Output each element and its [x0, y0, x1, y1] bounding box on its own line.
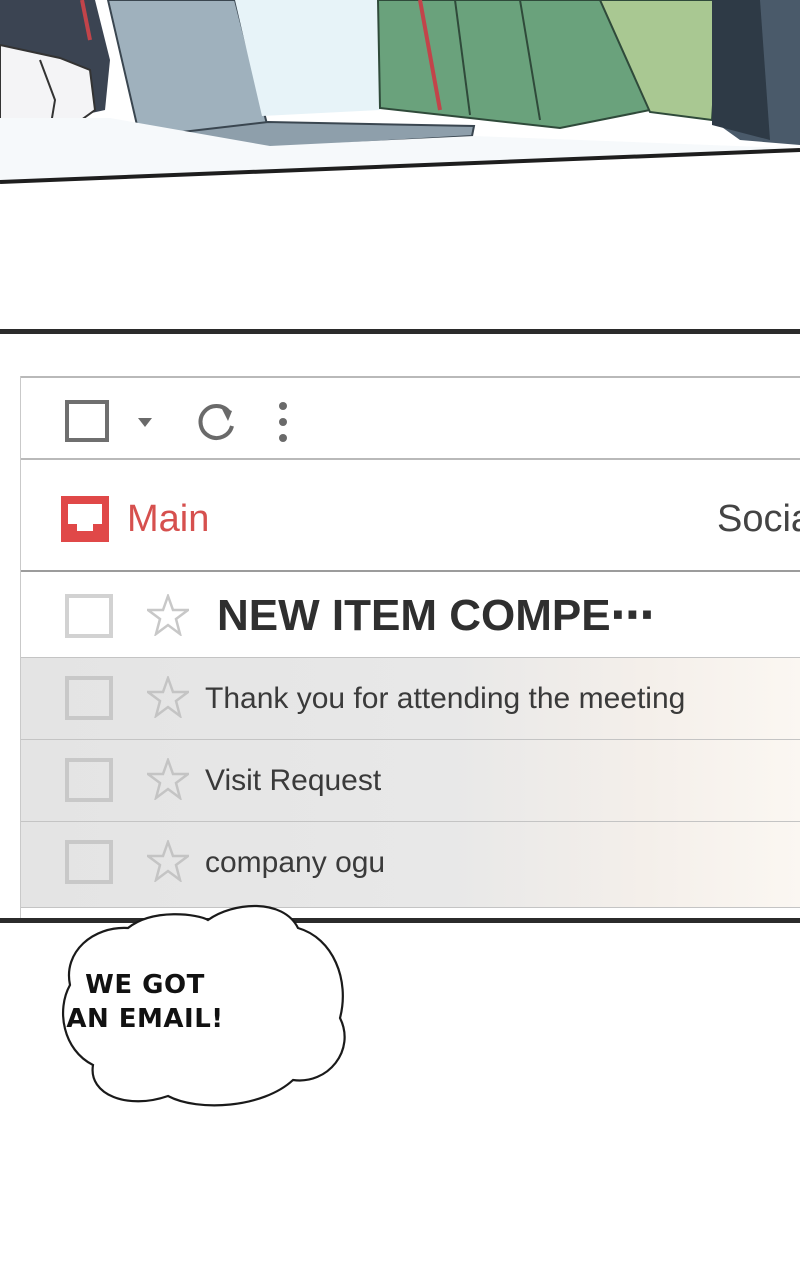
comic-panel-email: Main Socia NEW ITEM COMPE⋯ Thank you for… — [0, 329, 800, 923]
speech-bubble-text: WE GOT AN EMAIL! — [62, 968, 228, 1036]
tab-main[interactable]: Main — [127, 498, 209, 541]
star-icon[interactable] — [147, 758, 189, 800]
email-client: Main Socia NEW ITEM COMPE⋯ Thank you for… — [20, 376, 800, 918]
email-row[interactable]: Thank you for attending the meeting — [21, 658, 800, 740]
caret-down-icon[interactable] — [138, 418, 152, 427]
select-all-checkbox[interactable] — [65, 400, 109, 442]
row-checkbox[interactable] — [65, 840, 113, 884]
comic-panel-top — [0, 0, 800, 190]
tab-social[interactable]: Socia — [717, 498, 800, 541]
refresh-icon[interactable] — [193, 399, 239, 445]
star-icon[interactable] — [147, 594, 189, 636]
star-icon[interactable] — [147, 676, 189, 718]
email-row[interactable]: company ogu — [21, 822, 800, 908]
office-illustration — [0, 0, 800, 190]
row-checkbox[interactable] — [65, 758, 113, 802]
email-toolbar — [21, 376, 800, 460]
speech-line-2: AN EMAIL! — [66, 1004, 224, 1034]
email-row[interactable]: Visit Request — [21, 740, 800, 822]
email-subject: company ogu — [205, 846, 386, 879]
email-row[interactable]: NEW ITEM COMPE⋯ — [21, 572, 800, 658]
email-subject: NEW ITEM COMPE⋯ — [217, 591, 655, 640]
email-subject: Thank you for attending the meeting — [205, 682, 686, 715]
more-vertical-icon[interactable] — [271, 398, 295, 446]
category-tabs: Main Socia — [21, 460, 800, 572]
star-icon[interactable] — [147, 840, 189, 882]
email-list: NEW ITEM COMPE⋯ Thank you for attending … — [21, 572, 800, 908]
email-subject: Visit Request — [205, 764, 382, 797]
inbox-icon — [61, 496, 109, 542]
row-checkbox[interactable] — [65, 676, 113, 720]
row-checkbox[interactable] — [65, 594, 113, 638]
speech-line-1: WE GOT — [85, 970, 205, 1000]
